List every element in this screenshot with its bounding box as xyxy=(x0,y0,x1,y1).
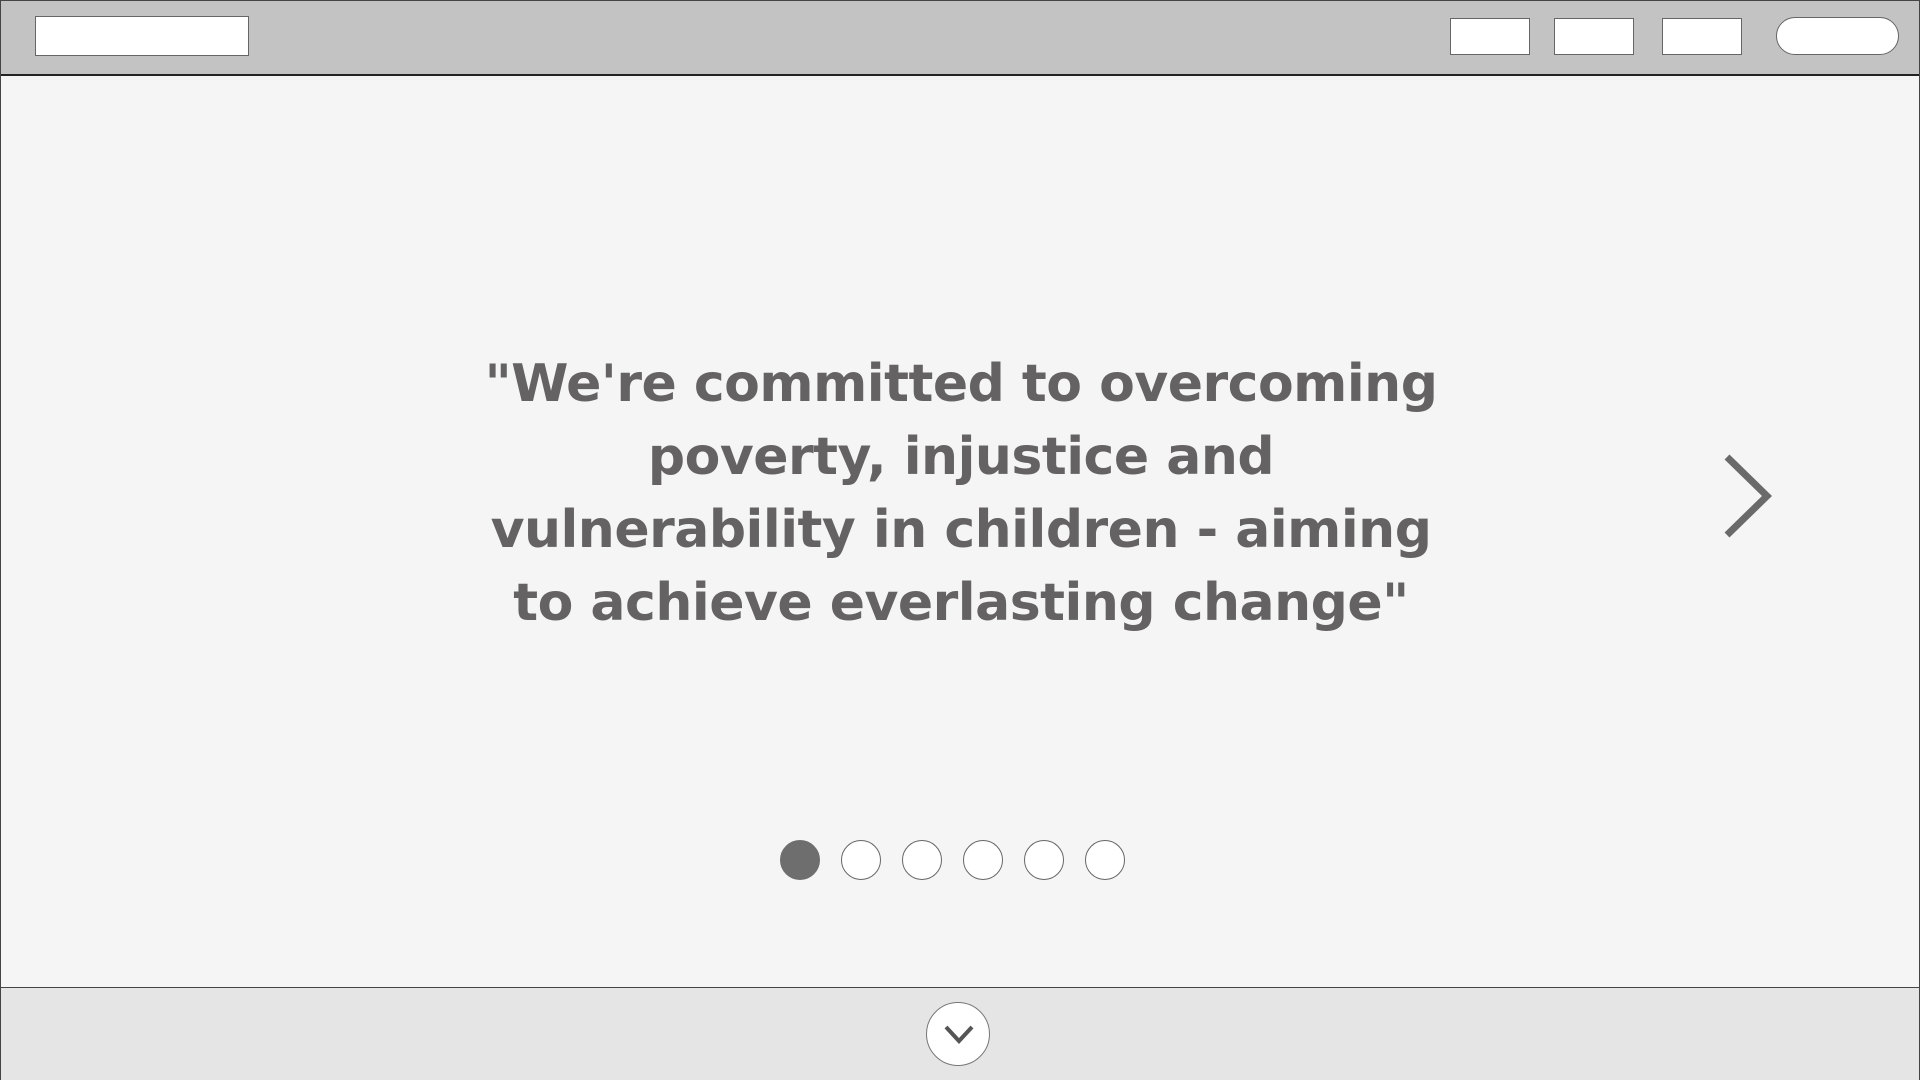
hero-carousel: "We're committed to overcoming poverty, … xyxy=(1,76,1919,987)
carousel-dot-4[interactable] xyxy=(963,840,1003,880)
chevron-down-icon xyxy=(944,1025,974,1044)
nav-item-2[interactable] xyxy=(1554,18,1634,55)
carousel-indicators xyxy=(780,840,1125,882)
carousel-dot-2[interactable] xyxy=(841,840,881,880)
logo-placeholder[interactable] xyxy=(35,16,249,56)
chevron-right-icon xyxy=(1724,454,1773,538)
footer-bar xyxy=(1,987,1919,1080)
nav-item-3[interactable] xyxy=(1662,18,1742,55)
carousel-dot-3[interactable] xyxy=(902,840,942,880)
carousel-dot-1[interactable] xyxy=(780,840,820,880)
nav-pill-button[interactable] xyxy=(1776,17,1899,55)
site-header xyxy=(1,1,1919,76)
wireframe-page: "We're committed to overcoming poverty, … xyxy=(0,0,1920,1080)
hero-quote: "We're committed to overcoming poverty, … xyxy=(484,354,1438,633)
carousel-dot-5[interactable] xyxy=(1024,840,1064,880)
nav-item-1[interactable] xyxy=(1450,18,1530,55)
scroll-down-button[interactable] xyxy=(926,1002,990,1066)
carousel-dot-6[interactable] xyxy=(1085,840,1125,880)
carousel-next-button[interactable] xyxy=(1715,451,1775,541)
